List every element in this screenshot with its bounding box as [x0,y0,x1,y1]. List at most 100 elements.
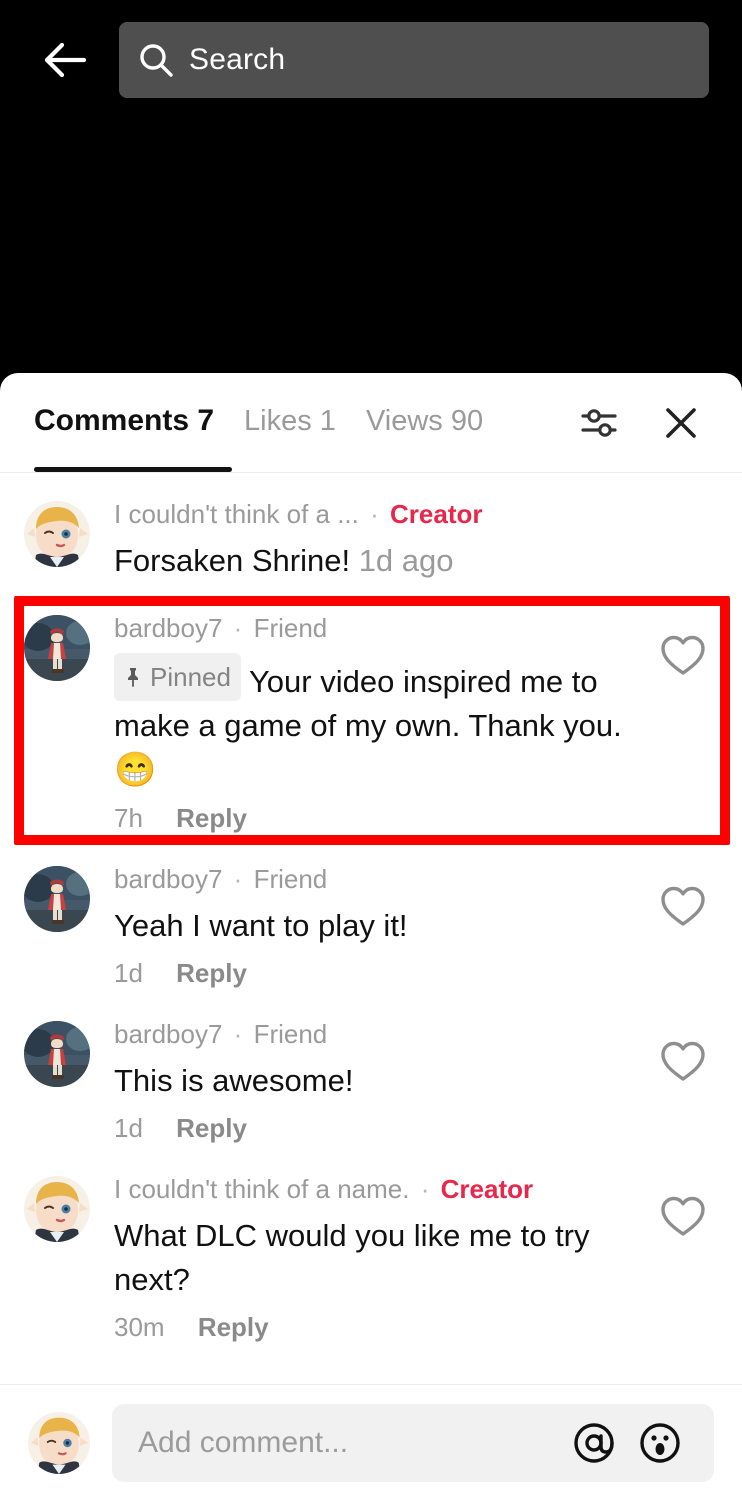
separator-dot: · [233,1019,243,1049]
comment-meta: 7h Reply [114,803,640,834]
reply-button[interactable]: Reply [176,1113,247,1143]
search-icon [137,41,175,79]
avatar[interactable] [24,866,90,932]
top-bar: Search [0,0,742,120]
avatar[interactable] [24,1176,90,1242]
like-button[interactable] [660,1039,706,1144]
like-button[interactable] [660,884,706,989]
comment-list[interactable]: I couldn't think of a ... · Creator Fors… [0,473,742,1500]
comment-header: bardboy7 · Friend [114,862,640,896]
comment-header: I couldn't think of a name. · Creator [114,1172,640,1206]
comment-item[interactable]: bardboy7 · Friend Pinned Your video insp… [0,597,742,848]
arrow-left-icon [44,42,87,78]
pinned-badge: Pinned [114,653,241,701]
add-comment-placeholder: Add comment... [138,1425,349,1459]
avatar-elf-image [24,1176,90,1242]
comment-text: Yeah I want to play it! [114,908,408,943]
avatar-bardboy-image [24,615,90,681]
tab-comments[interactable]: Comments 7 [34,404,214,442]
friend-badge: Friend [253,864,328,894]
creator-badge: Creator [440,1174,534,1204]
comment-text-content: Forsaken Shrine! [114,543,351,578]
like-column [648,862,718,989]
separator-dot: · [370,499,379,529]
composer-avatar[interactable] [28,1411,90,1474]
search-placeholder: Search [189,43,286,76]
active-tab-underline [34,467,232,472]
comment-header: bardboy7 · Friend [114,1017,640,1051]
comments-sheet: Comments 7 Likes 1 Views 90 I couldn't t… [0,373,742,1500]
comment-meta: 1d Reply [114,958,640,989]
search-input[interactable]: Search [119,22,709,98]
filter-button[interactable] [568,392,630,454]
tab-views[interactable]: Views 90 [366,405,483,442]
tiktok-comments-screen: Search Comments 7 Likes 1 Views 90 I cou… [0,0,742,1500]
like-button[interactable] [660,633,706,834]
emoji-face-icon [640,1422,680,1463]
comment-text: What DLC would you like me to try next? [114,1218,590,1297]
comment-meta: 1d Reply [114,1113,640,1144]
comment-composer: Add comment... [0,1384,742,1500]
friend-badge: Friend [253,1019,328,1049]
comment-username[interactable]: bardboy7 [114,1019,222,1049]
avatar-elf-image [28,1411,90,1474]
reply-button[interactable]: Reply [198,1312,269,1342]
comment-inline-time: 1d ago [358,543,454,578]
comment-text: Pinned Your video inspired me to make a … [114,653,640,793]
comment-timestamp: 1d [114,958,143,988]
heart-icon [661,1041,705,1081]
comment-username[interactable]: I couldn't think of a name. [114,1174,409,1204]
separator-dot: · [420,1174,430,1204]
comment-text: Forsaken Shrine! 1d ago [114,539,640,583]
friend-badge: Friend [253,613,328,643]
comment-timestamp: 1d [114,1113,143,1143]
comment-item[interactable]: bardboy7 · Friend This is awesome! 1d Re… [0,1003,742,1158]
pinned-label: Pinned [150,662,231,692]
filter-sliders-icon [581,408,617,437]
pin-icon [122,666,144,688]
tab-likes[interactable]: Likes 1 [244,405,336,442]
comment-body: I couldn't think of a ... · Creator Fors… [90,497,648,583]
add-comment-input[interactable]: Add comment... [112,1403,714,1482]
comment-item[interactable]: I couldn't think of a name. · Creator Wh… [0,1158,742,1357]
comment-header: bardboy7 · Friend [114,611,640,645]
creator-badge: Creator [390,499,483,529]
avatar[interactable] [24,615,90,681]
avatar[interactable] [24,501,90,567]
separator-dot: · [233,864,243,894]
like-column [648,1017,718,1144]
reply-button[interactable]: Reply [176,958,247,988]
like-column [648,611,718,834]
comment-emoji: 😁 [114,751,157,789]
avatar-elf-image [24,501,90,567]
comment-header: I couldn't think of a ... · Creator [114,497,640,531]
comment-meta: 30m Reply [114,1312,640,1343]
comment-username[interactable]: bardboy7 [114,613,222,643]
avatar[interactable] [24,1021,90,1087]
video-player-area[interactable] [0,120,742,375]
like-button[interactable] [660,1194,706,1343]
comment-username[interactable]: I couldn't think of a ... [114,499,359,529]
close-icon [666,407,696,438]
comment-timestamp: 30m [114,1312,165,1342]
comment-body: bardboy7 · Friend Yeah I want to play it… [90,862,648,989]
comment-item[interactable]: bardboy7 · Friend Yeah I want to play it… [0,848,742,1003]
comment-timestamp: 7h [114,803,143,833]
comment-body: I couldn't think of a name. · Creator Wh… [90,1172,648,1343]
comment-username[interactable]: bardboy7 [114,864,222,894]
avatar-bardboy-image [24,866,90,932]
comment-body: bardboy7 · Friend Pinned Your video insp… [90,611,648,834]
comment-text: This is awesome! [114,1063,354,1098]
heart-icon [661,886,705,926]
comment-body: bardboy7 · Friend This is awesome! 1d Re… [90,1017,648,1144]
emoji-button[interactable] [632,1415,688,1471]
avatar-bardboy-image [24,1021,90,1087]
close-button[interactable] [650,392,712,454]
back-button[interactable] [28,24,100,96]
reply-button[interactable]: Reply [176,803,247,833]
at-mention-icon [574,1422,614,1463]
heart-icon [661,1196,705,1236]
sheet-actions [548,392,742,454]
comment-item[interactable]: I couldn't think of a ... · Creator Fors… [0,483,742,597]
mention-button[interactable] [566,1415,622,1471]
